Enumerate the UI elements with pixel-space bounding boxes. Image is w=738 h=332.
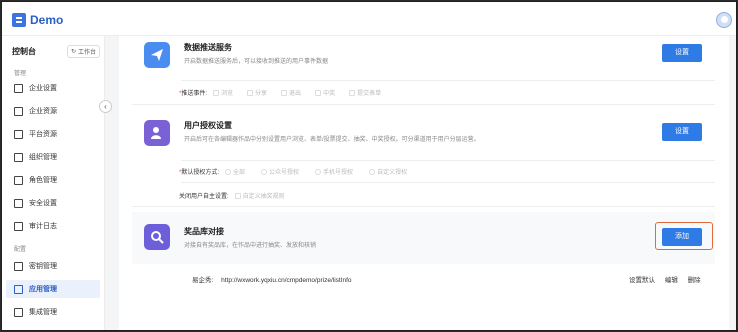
section-label-config: 配置	[14, 247, 27, 253]
logo-icon	[12, 13, 26, 27]
divider	[181, 160, 715, 161]
log-icon	[14, 221, 23, 231]
divider	[181, 182, 715, 183]
prize-title: 奖品库对接	[184, 227, 224, 236]
user-auth-desc: 开启后可在各编辑器作品中分别设置用户浏览、表单/投票提交、抽奖、中奖授权。可分渠…	[184, 137, 480, 143]
push-events-row: *推送事件: 浏览 分享 退出 中奖 提交表单	[179, 85, 381, 99]
data-push-desc: 开启数据推送服务后，可以接收到推送的用户事件数据	[184, 59, 329, 65]
refresh-icon: ↻	[70, 48, 76, 55]
custom-lottery-checkbox[interactable]: 自定义抽奖规则	[234, 191, 285, 200]
apps-icon	[14, 284, 23, 294]
event-checkbox-submit[interactable]: 提交表单	[349, 88, 381, 97]
data-push-settings-button[interactable]: 设置	[662, 44, 702, 62]
event-checkbox-exit[interactable]: 退出	[281, 88, 301, 97]
sidebar-item-keys[interactable]: 密钥管理	[6, 257, 100, 275]
sidebar-item-apps[interactable]: 应用管理	[6, 280, 100, 298]
layers-icon	[14, 307, 23, 317]
auth-radio-phone[interactable]: 手机号授权	[315, 167, 353, 176]
sidebar-item-audit-log[interactable]: 审计日志	[6, 217, 100, 235]
key-icon	[14, 261, 23, 271]
auth-radio-all[interactable]: 全部	[225, 167, 245, 176]
default-auth-label: 默认授权方式:	[181, 169, 220, 176]
sidebar-item-integrations[interactable]: 集成管理	[6, 303, 100, 321]
sidebar-item-enterprise-resources[interactable]: 企业资源	[6, 102, 100, 120]
set-default-link[interactable]: 设置默认	[629, 277, 655, 284]
sidebar-item-enterprise-settings[interactable]: 企业设置	[6, 79, 100, 97]
push-events-label: 推送事件:	[181, 90, 208, 97]
shield-icon	[14, 198, 23, 208]
divider	[132, 206, 715, 207]
logo[interactable]: Demo	[12, 12, 63, 28]
sidebar-item-roles[interactable]: 角色管理	[6, 171, 100, 189]
user-auth-settings-button[interactable]: 设置	[662, 123, 702, 141]
delete-link[interactable]: 删除	[688, 277, 701, 284]
user-settings-icon	[144, 120, 170, 146]
logo-text: Demo	[30, 13, 64, 27]
workbench-button[interactable]: ↻ 工作台	[66, 44, 100, 58]
prize-entry-row: 易企秀: http://wxwork.yqxiu.cn/cmpdemo/priz…	[192, 274, 352, 284]
event-checkbox-win[interactable]: 中奖	[315, 88, 335, 97]
prize-search-icon	[144, 224, 170, 250]
prize-entry-url: http://wxwork.yqxiu.cn/cmpdemo/prize/lis…	[221, 277, 352, 284]
sidebar-item-security[interactable]: 安全设置	[6, 194, 100, 212]
folder-open-icon	[14, 129, 23, 139]
id-card-icon	[14, 175, 23, 185]
sidebar-item-organization[interactable]: 组织管理	[6, 148, 100, 166]
prize-desc: 对接自有奖品库，在作品中进行抽奖、发放和核销	[184, 243, 317, 249]
app-window: Demo 控制台 ↻ 工作台 管理 企业设置 企业资源 平台资源 组织管理 角色…	[1, 1, 737, 331]
chevron-left-icon: ‹	[104, 102, 107, 111]
auth-radio-official[interactable]: 公众号授权	[261, 167, 299, 176]
sidebar-title: 控制台	[12, 46, 36, 56]
sidebar: 控制台 ↻ 工作台 管理 企业设置 企业资源 平台资源 组织管理 角色管理 安全…	[2, 36, 105, 330]
user-auth-title: 用户授权设置	[184, 121, 232, 130]
prize-entry-name: 易企秀:	[192, 277, 214, 284]
auth-radio-custom[interactable]: 自定义授权	[369, 167, 407, 176]
main-content: 数据推送服务 开启数据推送服务后，可以接收到推送的用户事件数据 设置 *推送事件…	[119, 36, 729, 330]
users-icon	[14, 152, 23, 162]
collapse-sidebar-button[interactable]: ‹	[99, 100, 112, 113]
building-icon	[14, 83, 23, 93]
divider	[132, 104, 715, 105]
close-self-setting-row: 关闭用户自主设置: 自定义抽奖规则	[179, 188, 285, 202]
close-self-setting-label: 关闭用户自主设置:	[179, 193, 229, 200]
divider	[181, 80, 715, 81]
default-auth-row: *默认授权方式: 全部 公众号授权 手机号授权 自定义授权	[179, 164, 407, 178]
send-icon	[144, 42, 170, 68]
card-prize-library: 奖品库对接 对接自有奖品库，在作品中进行抽奖、发放和核销	[132, 212, 715, 264]
sidebar-item-platform-resources[interactable]: 平台资源	[6, 125, 100, 143]
add-button-highlight	[655, 222, 713, 250]
edit-link[interactable]: 编辑	[665, 277, 678, 284]
section-label-manage: 管理	[14, 71, 27, 77]
event-checkbox-share[interactable]: 分享	[247, 88, 267, 97]
top-header: Demo	[2, 2, 736, 36]
prize-entry-actions: 设置默认 编辑 删除	[629, 274, 701, 284]
avatar[interactable]	[716, 12, 732, 28]
data-push-title: 数据推送服务	[184, 43, 232, 52]
event-checkbox-view[interactable]: 浏览	[213, 88, 233, 97]
folder-icon	[14, 106, 23, 116]
